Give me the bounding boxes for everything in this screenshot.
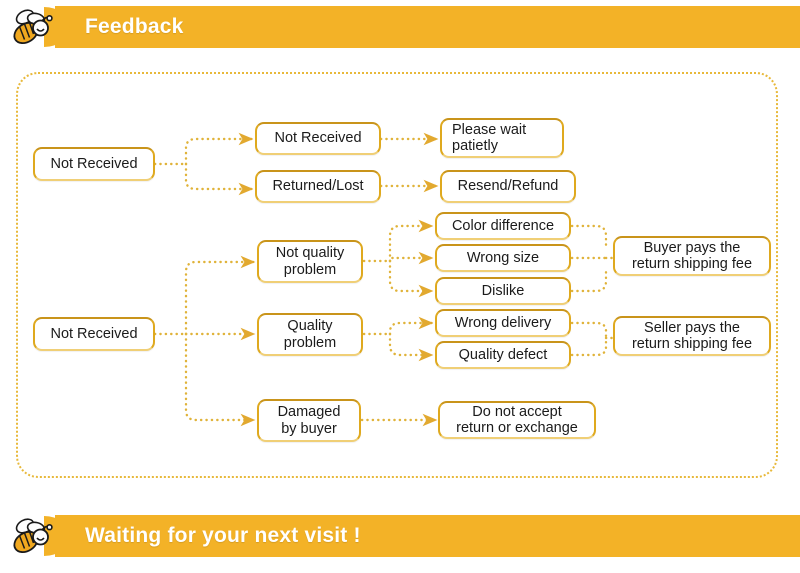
node-not-received-branch[interactable]: Not Received xyxy=(255,122,381,155)
node-not-quality-problem[interactable]: Not quality problem xyxy=(257,240,363,283)
node-label: Not quality problem xyxy=(275,245,345,278)
node-seller-pays-return-shipping-fee[interactable]: Seller pays the return shipping fee xyxy=(613,316,771,356)
node-label: Quality defect xyxy=(458,346,548,363)
node-label: Wrong size xyxy=(466,249,540,266)
node-label: Please wait patietly xyxy=(452,121,527,154)
node-label: Buyer pays the return shipping fee xyxy=(631,239,753,272)
node-label: Not Received xyxy=(274,130,362,147)
node-buyer-pays-return-shipping-fee[interactable]: Buyer pays the return shipping fee xyxy=(613,236,771,276)
node-label: Resend/Refund xyxy=(457,178,559,195)
header-banner: Feedback xyxy=(0,6,800,48)
node-please-wait-patiently[interactable]: Please wait patietly xyxy=(440,118,564,158)
node-resend-refund[interactable]: Resend/Refund xyxy=(440,170,576,203)
node-label: Wrong delivery xyxy=(454,314,552,331)
node-label: Dislike xyxy=(481,282,525,299)
node-returned-lost[interactable]: Returned/Lost xyxy=(255,170,381,203)
node-not-received-root-1[interactable]: Not Received xyxy=(33,147,155,181)
node-color-difference[interactable]: Color difference xyxy=(435,212,571,240)
node-label: Seller pays the return shipping fee xyxy=(631,319,753,352)
node-label: Color difference xyxy=(451,217,555,234)
node-label: Not Received xyxy=(50,325,138,342)
node-quality-defect[interactable]: Quality defect xyxy=(435,341,571,369)
bee-icon xyxy=(13,518,53,554)
page-root: Feedback Not Received Not Received Retur… xyxy=(0,0,800,573)
node-dislike[interactable]: Dislike xyxy=(435,277,571,305)
node-not-received-root-2[interactable]: Not Received xyxy=(33,317,155,351)
header-title: Feedback xyxy=(85,15,184,38)
bee-icon xyxy=(13,9,53,45)
node-label: Quality problem xyxy=(283,318,337,351)
footer-title: Waiting for your next visit ! xyxy=(85,524,361,547)
node-label: Not Received xyxy=(50,155,138,172)
node-label: Do not accept return or exchange xyxy=(456,403,578,436)
node-quality-problem[interactable]: Quality problem xyxy=(257,313,363,356)
node-damaged-by-buyer[interactable]: Damaged by buyer xyxy=(257,399,361,442)
node-wrong-delivery[interactable]: Wrong delivery xyxy=(435,309,571,337)
footer-banner: Waiting for your next visit ! xyxy=(0,515,800,557)
node-wrong-size[interactable]: Wrong size xyxy=(435,244,571,272)
node-do-not-accept-return-or-exchange[interactable]: Do not accept return or exchange xyxy=(438,401,596,439)
node-label: Damaged by buyer xyxy=(277,404,341,437)
node-label: Returned/Lost xyxy=(272,178,364,195)
